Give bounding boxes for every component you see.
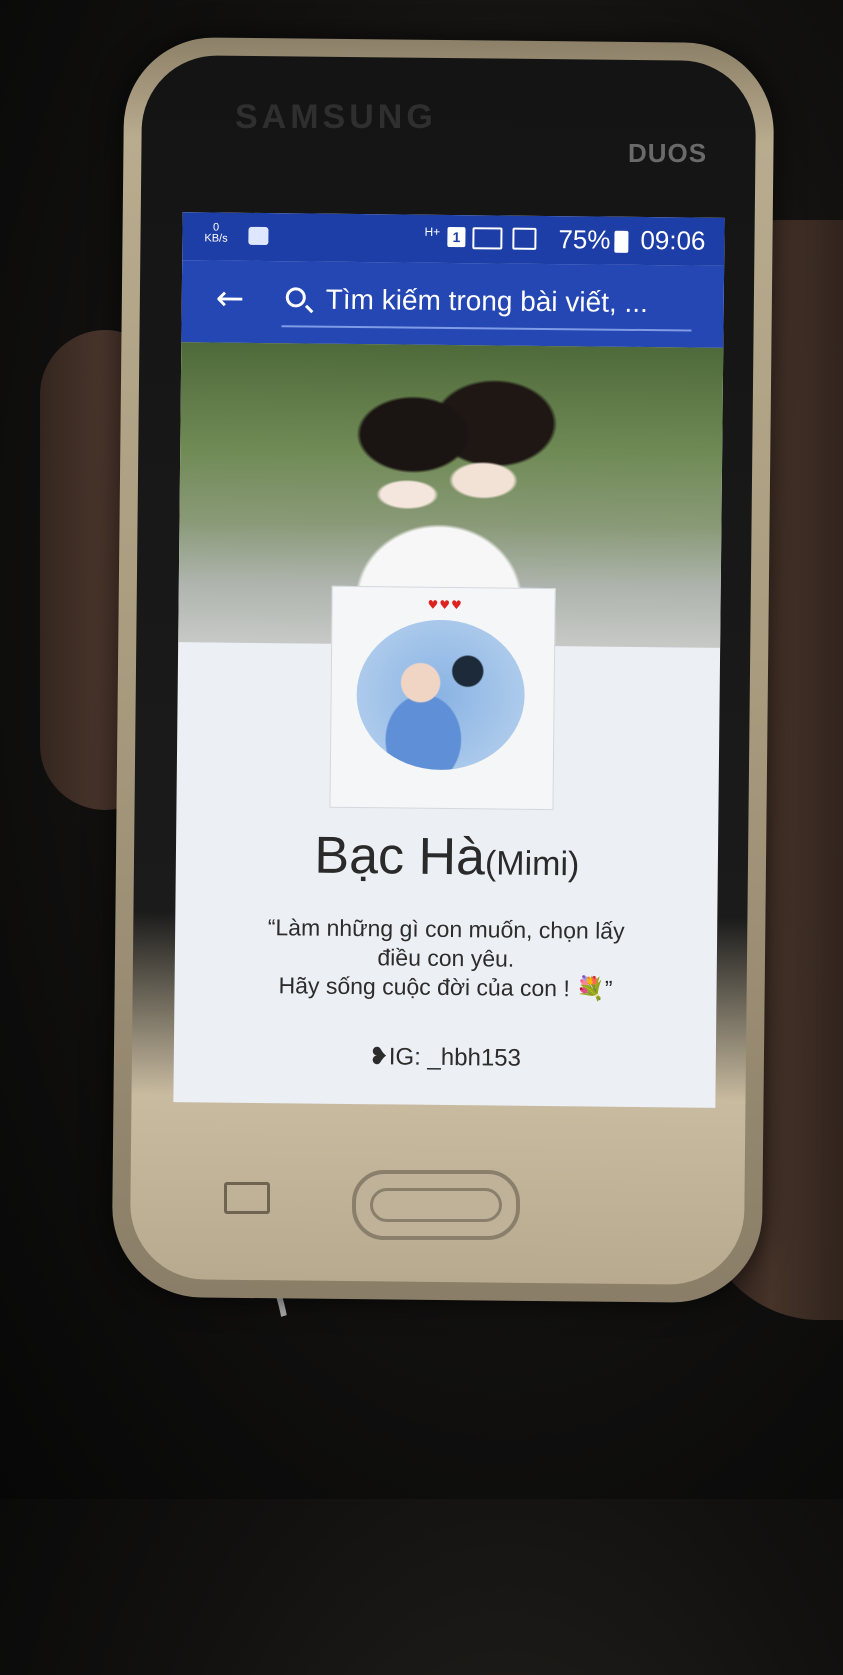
phone-screen: 0 KB/s H+ 1 75% 09:06 ← Tìm kiếm trong b…	[173, 212, 725, 1108]
device-brand: SAMSUNG	[235, 98, 437, 136]
battery-percent: 75%	[558, 224, 611, 255]
profile-picture[interactable]	[355, 619, 526, 771]
profile-name: Bạc Hà	[314, 826, 486, 887]
search-toolbar: ← Tìm kiếm trong bài viết, ...	[181, 260, 725, 348]
profile-picture-frame[interactable]: ♥♥♥	[329, 585, 556, 811]
clock: 09:06	[640, 224, 706, 256]
search-placeholder: Tìm kiếm trong bài viết, ...	[325, 283, 649, 319]
signal-strength-icon	[472, 227, 503, 250]
profile-bio: “Làm những gì con muốn, chọn lấy điều co…	[194, 912, 697, 1004]
hearts-sticker: ♥♥♥	[427, 597, 463, 613]
network-type-icon: H+	[424, 224, 441, 239]
instagram-handle[interactable]: ❥IG: _hbh153	[174, 1040, 716, 1075]
back-arrow-icon[interactable]: ←	[216, 279, 245, 319]
wifi-icon	[248, 226, 269, 246]
bio-line: Hãy sống cuộc đời của con ! 💐”	[278, 972, 613, 1002]
home-button[interactable]	[352, 1170, 520, 1240]
data-rate-unit: KB/s	[204, 232, 228, 245]
profile-nickname: (Mimi)	[484, 844, 580, 884]
search-icon	[285, 287, 306, 308]
status-bar: 0 KB/s H+ 1 75% 09:06	[182, 212, 725, 266]
device-model-badge: DUOS	[628, 138, 708, 168]
signal-strength-icon-2	[512, 227, 537, 250]
sim-slot-icon: 1	[447, 226, 466, 248]
profile-name-row: Bạc Hà(Mimi)	[176, 824, 719, 890]
search-input[interactable]: Tìm kiếm trong bài viết, ...	[281, 277, 692, 332]
data-rate-indicator: 0 KB/s	[204, 222, 228, 245]
recent-apps-button[interactable]	[224, 1182, 270, 1214]
bio-line: “Làm những gì con muốn, chọn lấy	[267, 914, 625, 944]
battery-icon	[614, 230, 629, 253]
